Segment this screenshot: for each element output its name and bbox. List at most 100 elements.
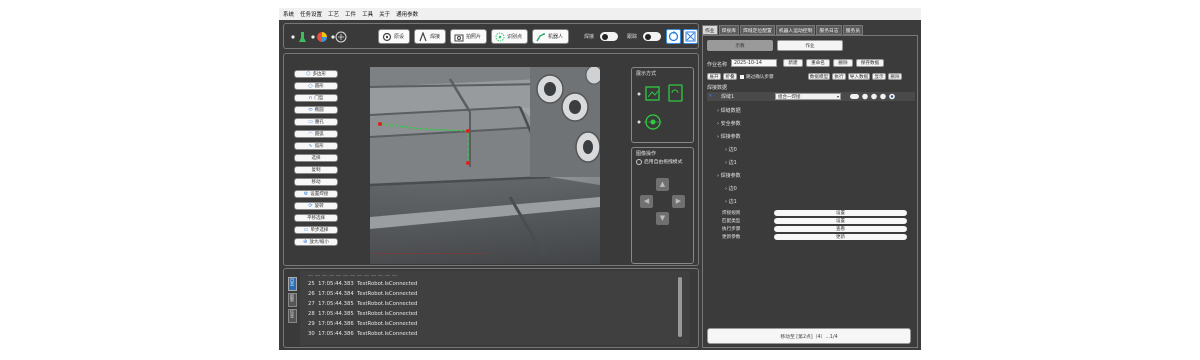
log-tab-log[interactable]: 日志 (288, 277, 297, 291)
menu-system[interactable]: 系统 (283, 10, 294, 18)
import-data-button[interactable]: 导入数据 (848, 73, 870, 80)
tool-curve[interactable]: ∿ 弧形 (294, 142, 338, 150)
tool-zoom[interactable]: ⊕ 放大/缩小 (294, 238, 338, 246)
tab-service-log[interactable]: 服务日志 (816, 25, 842, 35)
skip-confirm-option[interactable]: 跳过确认步骤 (740, 74, 774, 80)
tool-ellipse[interactable]: ⬭ 椭圆 (294, 106, 338, 114)
tab-service[interactable]: 服务员 (842, 25, 864, 35)
tree-expand-icon[interactable]: ▾ (709, 93, 712, 99)
menu-workpiece[interactable]: 工件 (345, 10, 356, 18)
tool-set-weld[interactable]: ⚙ 设置焊接 (294, 190, 338, 198)
data-model-button[interactable]: 数据模型 (808, 73, 830, 80)
refresh-button[interactable] (666, 29, 681, 44)
log-line: 29 17:05:44.386 TestRobot.IsConnected (308, 321, 418, 327)
arc-icon: ◠ (308, 131, 313, 137)
recognize-points-button[interactable]: 识别点 (491, 29, 528, 44)
tree-item[interactable]: › 边0 (725, 146, 737, 153)
delete-button[interactable]: 删除 (888, 73, 902, 80)
tree-item[interactable]: › 焊接参数 (717, 133, 741, 140)
tab-weld-library[interactable]: 焊接库 (718, 25, 740, 35)
row-action-icons[interactable] (850, 93, 906, 101)
pan-up-button[interactable]: ▲ (656, 178, 669, 191)
view-mode-options[interactable] (636, 82, 692, 138)
log-line: 26 17:05:44.384 TestRobot.IsConnected (308, 291, 418, 297)
tree-item[interactable]: › 安全参数 (717, 120, 741, 127)
display-button[interactable]: 显示 (872, 73, 886, 80)
tool-copy[interactable]: 复制 (294, 166, 338, 174)
teach-mode-button[interactable]: 示教 (707, 40, 773, 51)
menu-about[interactable]: 关于 (379, 10, 390, 18)
tab-robot-motion[interactable]: 机器人运动控制 (775, 25, 816, 35)
tool-pan-select[interactable]: 平移选择 (294, 214, 338, 222)
settings-button[interactable] (683, 29, 698, 44)
collapse-button[interactable]: 折叠 (723, 73, 737, 80)
expand-button[interactable]: 展开 (707, 73, 721, 80)
pan-down-button[interactable]: ▼ (656, 212, 669, 225)
log-tab-alarm[interactable]: 报警 (288, 293, 297, 307)
execute-steps-button[interactable]: 查看 (774, 226, 907, 232)
field-label: 执行步骤 (722, 227, 741, 232)
tool-move[interactable]: 移动 (294, 178, 338, 186)
delete-job-button[interactable]: 删除 (833, 59, 853, 67)
log-line: 27 17:05:44.385 TestRobot.IsConnected (308, 301, 418, 307)
new-job-button[interactable]: 新建 (783, 59, 803, 67)
robot-button[interactable]: 机器人 (532, 29, 569, 44)
job-name-label: 作业名称 (707, 62, 728, 68)
job-mode-button[interactable]: 作业 (777, 40, 843, 51)
match-type-button[interactable]: 设置 (774, 218, 907, 224)
points-icon (495, 32, 505, 41)
tree-item[interactable]: › 焊缝数据 (717, 107, 741, 114)
tree-item[interactable]: › 边0 (725, 185, 737, 192)
status-text: 移动至 [第2点]（4）...1/4 (780, 334, 838, 340)
tool-rotate[interactable]: ⟳ 旋转 (294, 202, 338, 210)
origin-button[interactable]: 原设 (378, 29, 410, 44)
log-scrollbar[interactable] (678, 277, 682, 337)
weld-data-header: 焊接数据 (707, 85, 728, 91)
tree-item[interactable]: › 边1 (725, 159, 737, 166)
execute-button[interactable]: 执行 (832, 73, 846, 80)
skip-confirm-checkbox[interactable] (740, 75, 744, 79)
menu-tools[interactable]: 工具 (362, 10, 373, 18)
take-photo-button[interactable]: 拍照片 (450, 29, 487, 44)
weld-icon (419, 31, 427, 41)
view-mode-title: 展示方式 (636, 71, 657, 77)
tool-circle[interactable]: ○ 圆形 (294, 82, 338, 90)
tab-seam-config[interactable]: 焊缝定位配置 (740, 25, 775, 35)
log-line: 25 17:05:44.383 TestRobot.IsConnected (308, 281, 418, 287)
tree-item[interactable]: › 焊接参数 (717, 172, 741, 179)
tool-polygon[interactable]: ⬡ 多边形 (294, 70, 338, 78)
main-toolbar: 原设 焊接 拍照片 识别点 机器人 焊接 跟踪 (283, 23, 699, 49)
save-data-button[interactable]: 保存数据 (856, 59, 884, 67)
tab-job[interactable]: 作业 (702, 25, 718, 35)
weld-type-select[interactable]: 组合一焊接 ▾ (775, 93, 841, 100)
camera-image[interactable]: —————————————————————————— (370, 67, 600, 264)
ellipse-icon: ⬭ (308, 107, 313, 113)
tool-arc[interactable]: ◠ 圆弧 (294, 130, 338, 138)
menu-task-settings[interactable]: 任务设置 (300, 10, 322, 18)
tool-door[interactable]: ∩ 门型 (294, 94, 338, 102)
refresh-icon (668, 31, 679, 42)
update-params-button[interactable]: 更新 (774, 234, 907, 240)
field-label: 匹配类型 (722, 219, 741, 224)
pan-left-button[interactable]: ◀ (640, 195, 653, 208)
free-drag-radio[interactable] (636, 158, 642, 165)
weld-button[interactable]: 焊接 (414, 29, 446, 44)
zoom-icon: ⊕ (303, 239, 308, 245)
tool-select[interactable]: 选择 (294, 154, 338, 162)
job-name-select[interactable]: 2025-10-14 (731, 59, 777, 67)
tracking-toggle[interactable] (643, 32, 661, 41)
tool-slot[interactable]: ▭ 腰孔 (294, 118, 338, 126)
status-bar: 移动至 [第2点]（4）...1/4 (707, 328, 911, 344)
weld-toggle[interactable] (600, 32, 618, 41)
tool-single-select[interactable]: ▭ 单步选择 (294, 226, 338, 234)
menu-general-params[interactable]: 通用参数 (396, 10, 418, 18)
free-drag-option[interactable]: 启用自由拖拽模式 (636, 158, 682, 165)
tree-item[interactable]: › 边1 (725, 198, 737, 205)
pan-right-button[interactable]: ▶ (672, 195, 685, 208)
rename-job-button[interactable]: 重命名 (806, 59, 830, 67)
log-tab-info[interactable]: 信息 (288, 309, 297, 323)
gear-icon (382, 32, 392, 41)
tree-root-row[interactable]: ▾ 焊缝1 组合一焊接 ▾ (707, 92, 915, 101)
weld-rule-button[interactable]: 设置 (774, 210, 907, 216)
menu-process[interactable]: 工艺 (328, 10, 339, 18)
